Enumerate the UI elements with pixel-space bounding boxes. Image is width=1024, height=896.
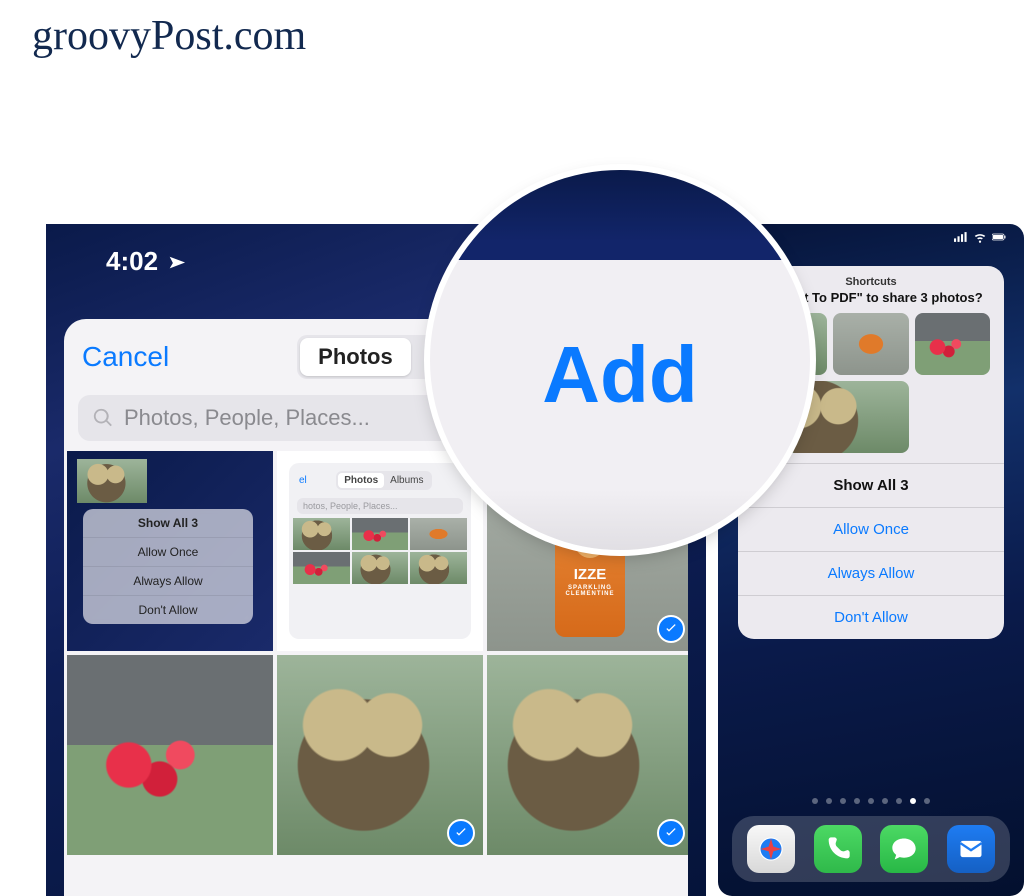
- mini-show-all[interactable]: Show All 3: [83, 509, 253, 537]
- wifi-icon: [973, 230, 987, 244]
- izze-brand: IZZE: [574, 566, 607, 583]
- selected-check-icon: [657, 819, 685, 847]
- status-time: 4:02: [106, 246, 158, 277]
- mini-allow-once[interactable]: Allow Once: [83, 537, 253, 566]
- dock-app-messages[interactable]: [880, 825, 928, 873]
- selected-check-icon: [657, 615, 685, 643]
- site-title: groovyPost.com: [0, 0, 1024, 60]
- photo-tile-selected[interactable]: [277, 655, 483, 855]
- page-indicator: [718, 798, 1024, 804]
- thumb: [833, 313, 908, 375]
- search-icon: [92, 407, 114, 429]
- thumb: [915, 313, 990, 375]
- photo-tile[interactable]: el Photos Albums hotos, People, Places..…: [277, 451, 483, 651]
- segment-photos[interactable]: Photos: [300, 338, 411, 376]
- mini-permission-menu: Show All 3 Allow Once Always Allow Don't…: [83, 509, 253, 624]
- dock-app-mail[interactable]: [947, 825, 995, 873]
- magnifier-label: Add: [542, 329, 698, 421]
- selected-check-icon: [447, 819, 475, 847]
- mini-cancel: el: [299, 475, 307, 486]
- mini-always-allow[interactable]: Always Allow: [83, 566, 253, 595]
- dock: [732, 816, 1010, 882]
- location-icon: [162, 249, 187, 274]
- battery-icon: [992, 230, 1006, 244]
- signal-icon: [954, 230, 968, 244]
- action-dont-allow[interactable]: Don't Allow: [738, 595, 1004, 639]
- search-placeholder: Photos, People, Places...: [124, 405, 370, 431]
- action-always-allow[interactable]: Always Allow: [738, 551, 1004, 595]
- cancel-button[interactable]: Cancel: [82, 341, 169, 373]
- photo-tile-selected[interactable]: [487, 655, 688, 855]
- photo-tile[interactable]: Show All 3 Allow Once Always Allow Don't…: [67, 451, 273, 651]
- mini-seg-photos: Photos: [338, 473, 384, 488]
- magnifier-callout: Add: [430, 170, 810, 550]
- dock-app-phone[interactable]: [814, 825, 862, 873]
- mini-dont-allow[interactable]: Don't Allow: [83, 595, 253, 624]
- photo-tile[interactable]: [67, 655, 273, 855]
- mini-seg-albums: Albums: [384, 473, 429, 488]
- dock-app-safari[interactable]: [747, 825, 795, 873]
